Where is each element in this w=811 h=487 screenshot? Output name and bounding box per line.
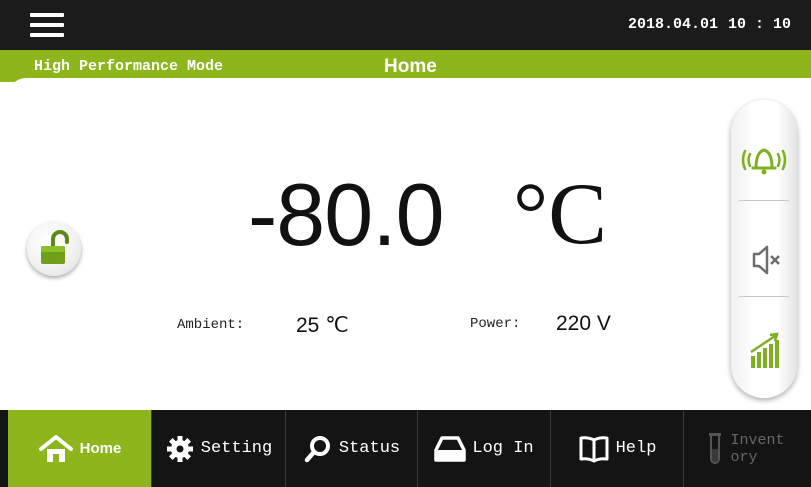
gear-icon	[166, 435, 193, 462]
nav-home-label: Home	[79, 440, 122, 457]
power-label: Power:	[470, 316, 521, 332]
nav-help-label: Help	[615, 439, 657, 458]
power-value: 220 V	[556, 312, 611, 335]
alarm-button[interactable]	[739, 130, 789, 190]
top-bar: 2018.04.01 10 : 10	[0, 0, 811, 50]
mute-button[interactable]	[739, 230, 789, 290]
side-divider	[739, 200, 789, 201]
signal-button[interactable]	[739, 322, 789, 382]
book-icon	[579, 435, 609, 462]
ambient-value: 25 ℃	[296, 314, 349, 337]
unlock-button[interactable]	[27, 222, 81, 276]
nav-inventory-label: Invent ory	[730, 431, 785, 466]
nav-log-in[interactable]: Log In	[417, 410, 550, 487]
nav-status-label: Status	[338, 439, 401, 458]
mode-label: High Performance Mode	[34, 58, 224, 75]
temperature-display: -80.0 °C	[248, 160, 607, 270]
side-divider	[739, 296, 789, 297]
nav-inventory[interactable]: Invent ory	[683, 410, 811, 487]
nav-home[interactable]: Home	[8, 410, 151, 487]
signal-bars-icon	[750, 332, 779, 368]
test-tube-icon	[708, 432, 721, 464]
nav-setting-label: Setting	[200, 439, 273, 458]
ambient-label: Ambient:	[177, 317, 245, 333]
tray-icon	[434, 435, 467, 462]
time-text: 10 : 10	[727, 16, 791, 33]
temperature-value: -80.0	[248, 165, 445, 264]
date-text: 2018.04.01	[627, 16, 718, 33]
temperature-unit: °C	[513, 166, 607, 263]
side-control-panel	[731, 100, 797, 398]
unlocked-padlock-icon	[41, 230, 69, 264]
nav-setting[interactable]: Setting	[151, 410, 285, 487]
page-title: Home	[384, 56, 437, 77]
search-icon	[304, 435, 330, 462]
nav-log-in-label: Log In	[472, 439, 534, 458]
menu-icon[interactable]	[30, 13, 64, 37]
alarm-bell-icon	[741, 148, 787, 175]
home-icon	[38, 434, 73, 462]
date-time: 2018.04.01 10 : 10	[628, 16, 791, 33]
nav-status[interactable]: Status	[285, 410, 417, 487]
nav-help[interactable]: Help	[550, 410, 683, 487]
mute-speaker-icon	[752, 245, 780, 275]
